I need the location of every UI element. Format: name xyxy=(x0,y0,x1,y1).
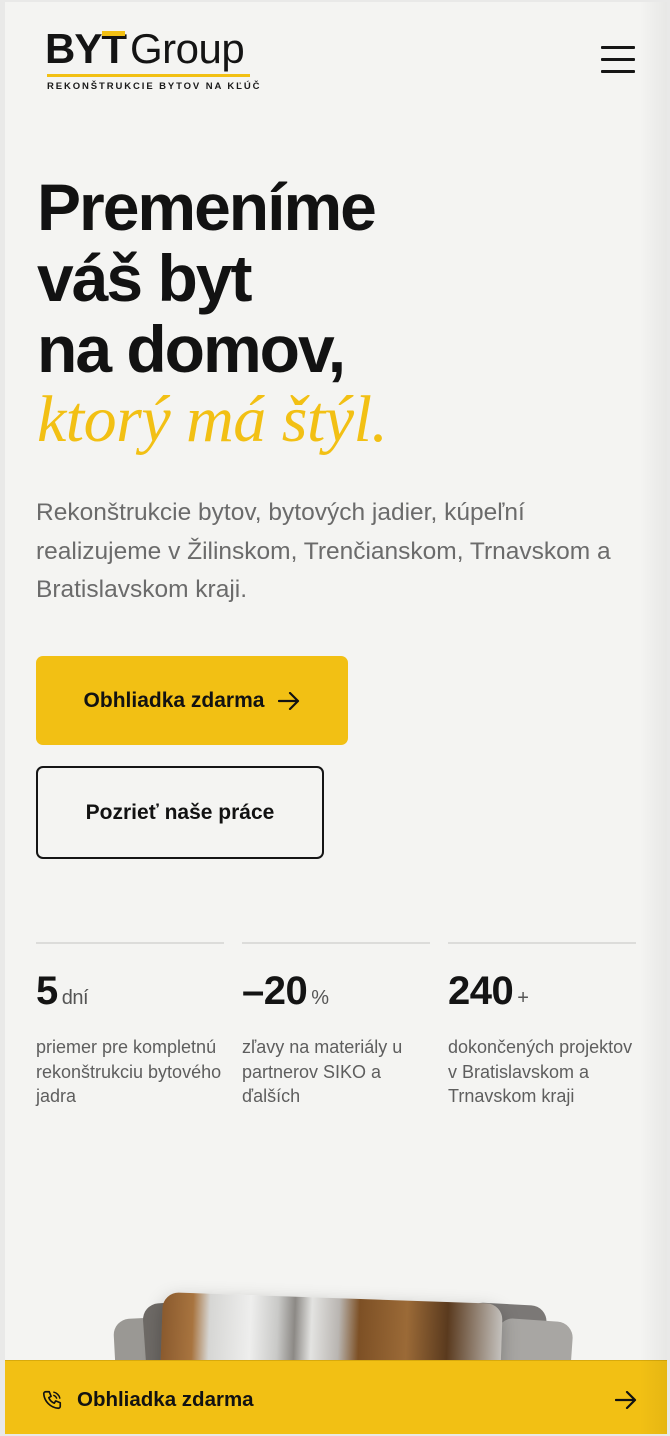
view-work-label: Pozrieť naše práce xyxy=(85,800,275,824)
page: BYTGroup REKONŠTRUKCIE BYTOV NA KĽÚČ Pre… xyxy=(5,2,667,1434)
logo-tagline: REKONŠTRUKCIE BYTOV NA KĽÚČ xyxy=(47,81,262,92)
logo-byt: BY xyxy=(45,25,102,72)
hero-title-accent: ktorý má štýl. xyxy=(37,383,388,456)
stat-description: priemer pre kompletnú rekonštrukciu byto… xyxy=(36,1037,222,1106)
logo-group: Group xyxy=(130,25,245,72)
stat-value: 240 xyxy=(448,969,514,1013)
hero-title-line: váš byt xyxy=(37,241,252,315)
logo-underline xyxy=(47,74,250,77)
stat-days: 5 dní priemer pre kompletnú rekonštrukciu… xyxy=(36,942,224,1109)
arrow-right-icon xyxy=(278,691,300,710)
stat-unit: dní xyxy=(61,987,89,1009)
stat-value: 5 xyxy=(36,969,58,1013)
logo-t: T xyxy=(101,25,127,72)
stat-unit: % xyxy=(311,987,329,1009)
menu-line xyxy=(601,46,635,49)
stat-discount: –20% zľavy na materiály u partnerov SIKO… xyxy=(242,942,430,1109)
logo-wordmark: BYTGroup xyxy=(45,28,260,70)
stat-unit: + xyxy=(517,987,529,1009)
view-work-button[interactable]: Pozrieť naše práce xyxy=(36,766,324,859)
hamburger-menu-icon[interactable] xyxy=(601,46,635,74)
stat-projects: 240 + dokončených projektov v Bratislavsk… xyxy=(448,942,636,1109)
arrow-right-icon xyxy=(615,1390,637,1409)
stat-value-row: –20% xyxy=(242,968,430,1021)
sticky-cta-label: Obhliadka zdarma xyxy=(77,1387,254,1411)
logo[interactable]: BYTGroup REKONŠTRUKCIE BYTOV NA KĽÚČ xyxy=(45,28,260,94)
stat-value-row: 5 dní xyxy=(36,968,224,1021)
stat-description: dokončených projektov v Bratislavskom a … xyxy=(448,1037,633,1106)
stat-value-row: 240 + xyxy=(448,968,636,1021)
free-inspection-button[interactable]: Obhliadka zdarma xyxy=(36,656,348,745)
hero-title-line: na domov, xyxy=(37,312,346,386)
phone-icon xyxy=(42,1390,62,1409)
hero-title: Premeníme váš byt na domov, xyxy=(37,170,377,386)
stat-description: zľavy na materiály u partnerov SIKO a ďa… xyxy=(242,1037,403,1106)
menu-line xyxy=(601,58,635,61)
free-inspection-label: Obhliadka zdarma xyxy=(83,688,265,712)
hero-lead: Rekonštrukcie bytov, bytových jadier, kú… xyxy=(36,499,611,603)
stat-value: –20 xyxy=(242,969,308,1013)
menu-line xyxy=(601,70,635,73)
sticky-cta-bar[interactable]: Obhliadka zdarma xyxy=(5,1360,667,1434)
hero-title-line: Premeníme xyxy=(37,170,377,244)
